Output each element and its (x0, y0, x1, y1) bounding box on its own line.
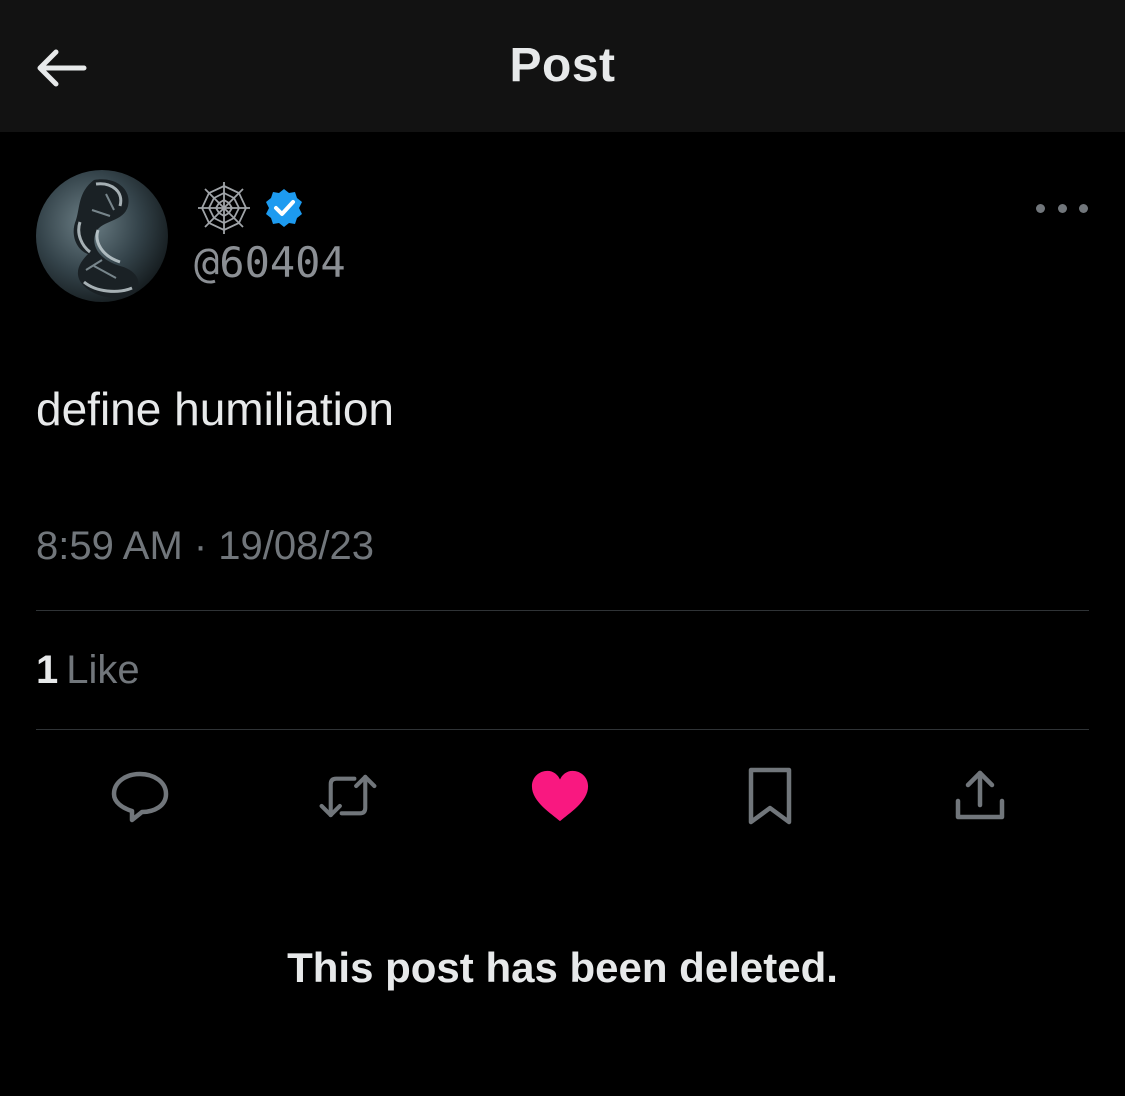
top-bar: Post (0, 0, 1125, 132)
like-button[interactable] (530, 766, 590, 826)
bookmark-icon (748, 767, 792, 825)
post-timestamp[interactable]: 8:59 AM · 19/08/23 (36, 524, 374, 569)
speech-bubble-icon (111, 771, 169, 823)
post-text: define humiliation (36, 383, 395, 435)
likes-label: Like (66, 648, 140, 692)
spider-figure-avatar (36, 170, 168, 302)
spider-web-emoji (198, 182, 250, 234)
avatar[interactable] (36, 170, 168, 302)
divider (36, 610, 1089, 611)
page-title: Post (509, 39, 616, 92)
repost-arrows-icon (319, 774, 377, 818)
more-dot-icon (1057, 203, 1067, 213)
reply-button[interactable] (110, 766, 170, 826)
likes-count: 1 (36, 648, 59, 692)
repost-button[interactable] (318, 766, 378, 826)
divider (36, 729, 1089, 730)
author-handle[interactable]: @60404 (194, 238, 346, 287)
display-name-row[interactable] (196, 180, 304, 236)
more-dot-icon (1036, 203, 1045, 213)
share-upload-icon (955, 770, 1005, 820)
more-dot-icon (1079, 203, 1088, 213)
likes-summary[interactable]: 1 Like (36, 648, 140, 693)
heart-icon (531, 770, 589, 822)
deleted-notice: This post has been deleted. (287, 944, 838, 991)
bookmark-button[interactable] (740, 766, 800, 826)
share-button[interactable] (950, 766, 1010, 826)
more-options-button[interactable] (1036, 188, 1088, 228)
verified-badge-icon (266, 189, 302, 227)
